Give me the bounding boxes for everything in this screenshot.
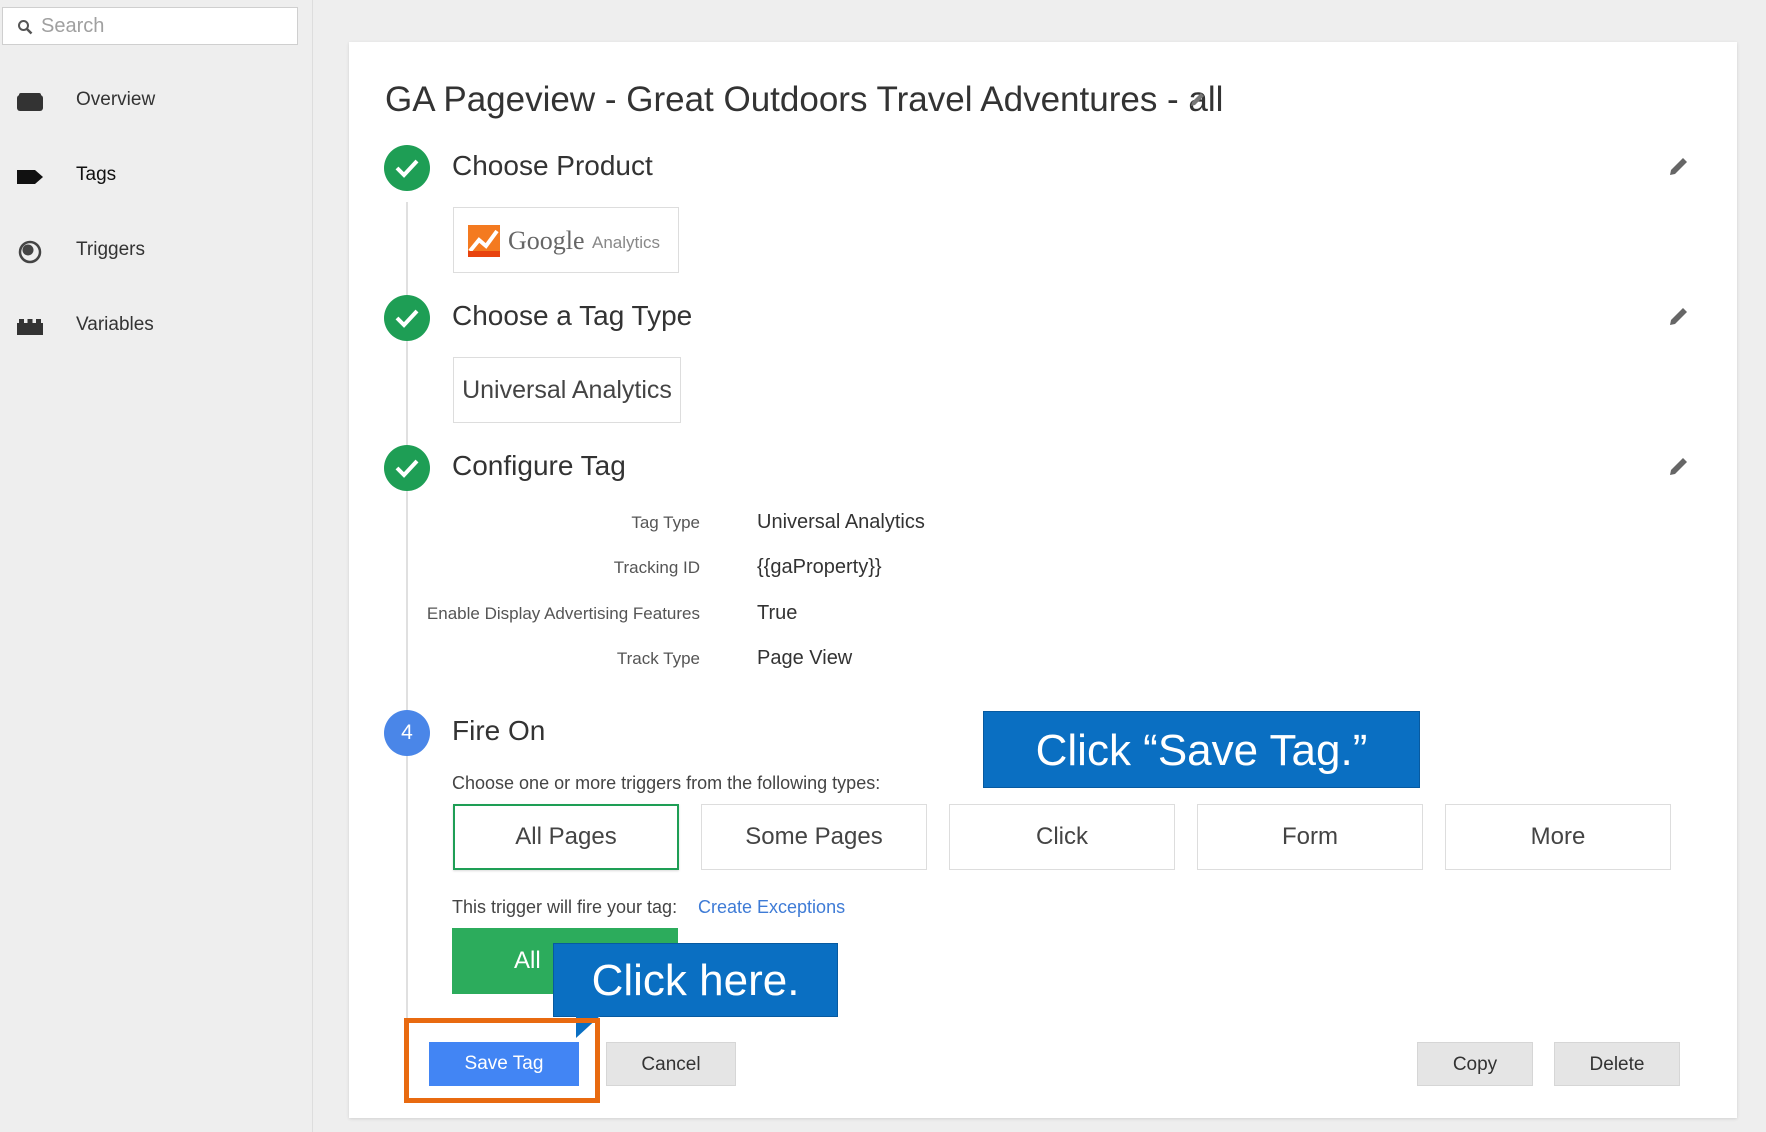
tag-icon — [17, 170, 43, 184]
config-value: Universal Analytics — [757, 511, 925, 533]
edit-title-icon[interactable] — [1189, 90, 1207, 108]
delete-button[interactable]: Delete — [1554, 1042, 1680, 1086]
page-title: GA Pageview - Great Outdoors Travel Adve… — [385, 80, 1224, 119]
callout-save-tag: Click “Save Tag.” — [983, 711, 1420, 788]
create-exceptions-link[interactable]: Create Exceptions — [698, 897, 845, 918]
product-card-google-analytics[interactable]: Google Analytics — [453, 207, 679, 273]
step-title-fire-on: Fire On — [452, 715, 546, 746]
fire-trigger-label: This trigger will fire your tag: — [452, 897, 678, 917]
copy-button[interactable]: Copy — [1417, 1042, 1533, 1086]
sidebar-item-label: Variables — [76, 314, 154, 335]
config-key: Track Type — [616, 649, 700, 668]
search-box[interactable] — [2, 7, 298, 45]
edit-configure-icon[interactable] — [1667, 454, 1691, 478]
variables-icon — [17, 319, 43, 335]
sidebar-item-label: Overview — [76, 89, 156, 110]
cancel-button[interactable]: Cancel — [606, 1042, 736, 1086]
config-value: True — [757, 602, 798, 624]
tag-type-card[interactable]: Universal Analytics — [453, 357, 681, 423]
step-number-badge: 4 — [384, 710, 430, 756]
sidebar-item-triggers[interactable]: Triggers — [0, 227, 300, 277]
step-complete-icon — [384, 445, 430, 491]
trigger-option-more[interactable]: More — [1445, 804, 1671, 870]
search-input[interactable] — [41, 12, 291, 40]
product-brand-sub: Analytics — [592, 233, 661, 252]
product-brand-name: Google — [508, 226, 585, 255]
config-value: {{gaProperty}} — [757, 556, 882, 578]
config-key: Enable Display Advertising Features — [426, 604, 700, 623]
step-title-configure: Configure Tag — [452, 450, 626, 481]
sidebar-item-label: Tags — [76, 164, 117, 185]
edit-tag-type-icon[interactable] — [1667, 304, 1691, 328]
sidebar-item-label: Triggers — [76, 239, 145, 260]
trigger-option-click[interactable]: Click — [949, 804, 1175, 870]
sidebar-item-overview[interactable]: Overview — [0, 77, 300, 127]
save-button-highlight — [404, 1018, 600, 1103]
search-icon — [18, 20, 33, 35]
step-complete-icon — [384, 295, 430, 341]
step-complete-icon — [384, 145, 430, 191]
trigger-icon — [18, 240, 42, 264]
config-key: Tag Type — [631, 513, 700, 532]
google-analytics-logo-icon — [468, 225, 500, 257]
callout-click-here: Click here. — [553, 943, 838, 1017]
step-title-product: Choose Product — [452, 150, 653, 181]
edit-product-icon[interactable] — [1667, 154, 1691, 178]
folder-icon — [17, 93, 43, 111]
trigger-option-some-pages[interactable]: Some Pages — [701, 804, 927, 870]
trigger-option-form[interactable]: Form — [1197, 804, 1423, 870]
trigger-hint: Choose one or more triggers from the fol… — [452, 773, 881, 793]
sidebar-item-tags[interactable]: Tags — [0, 152, 300, 202]
sidebar: Overview Tags Triggers Variables — [0, 0, 313, 1132]
step-title-tag-type: Choose a Tag Type — [452, 300, 693, 331]
sidebar-item-variables[interactable]: Variables — [0, 302, 300, 352]
config-key: Tracking ID — [613, 558, 700, 577]
trigger-option-all-pages[interactable]: All Pages — [453, 804, 679, 870]
config-value: Page View — [757, 647, 853, 669]
